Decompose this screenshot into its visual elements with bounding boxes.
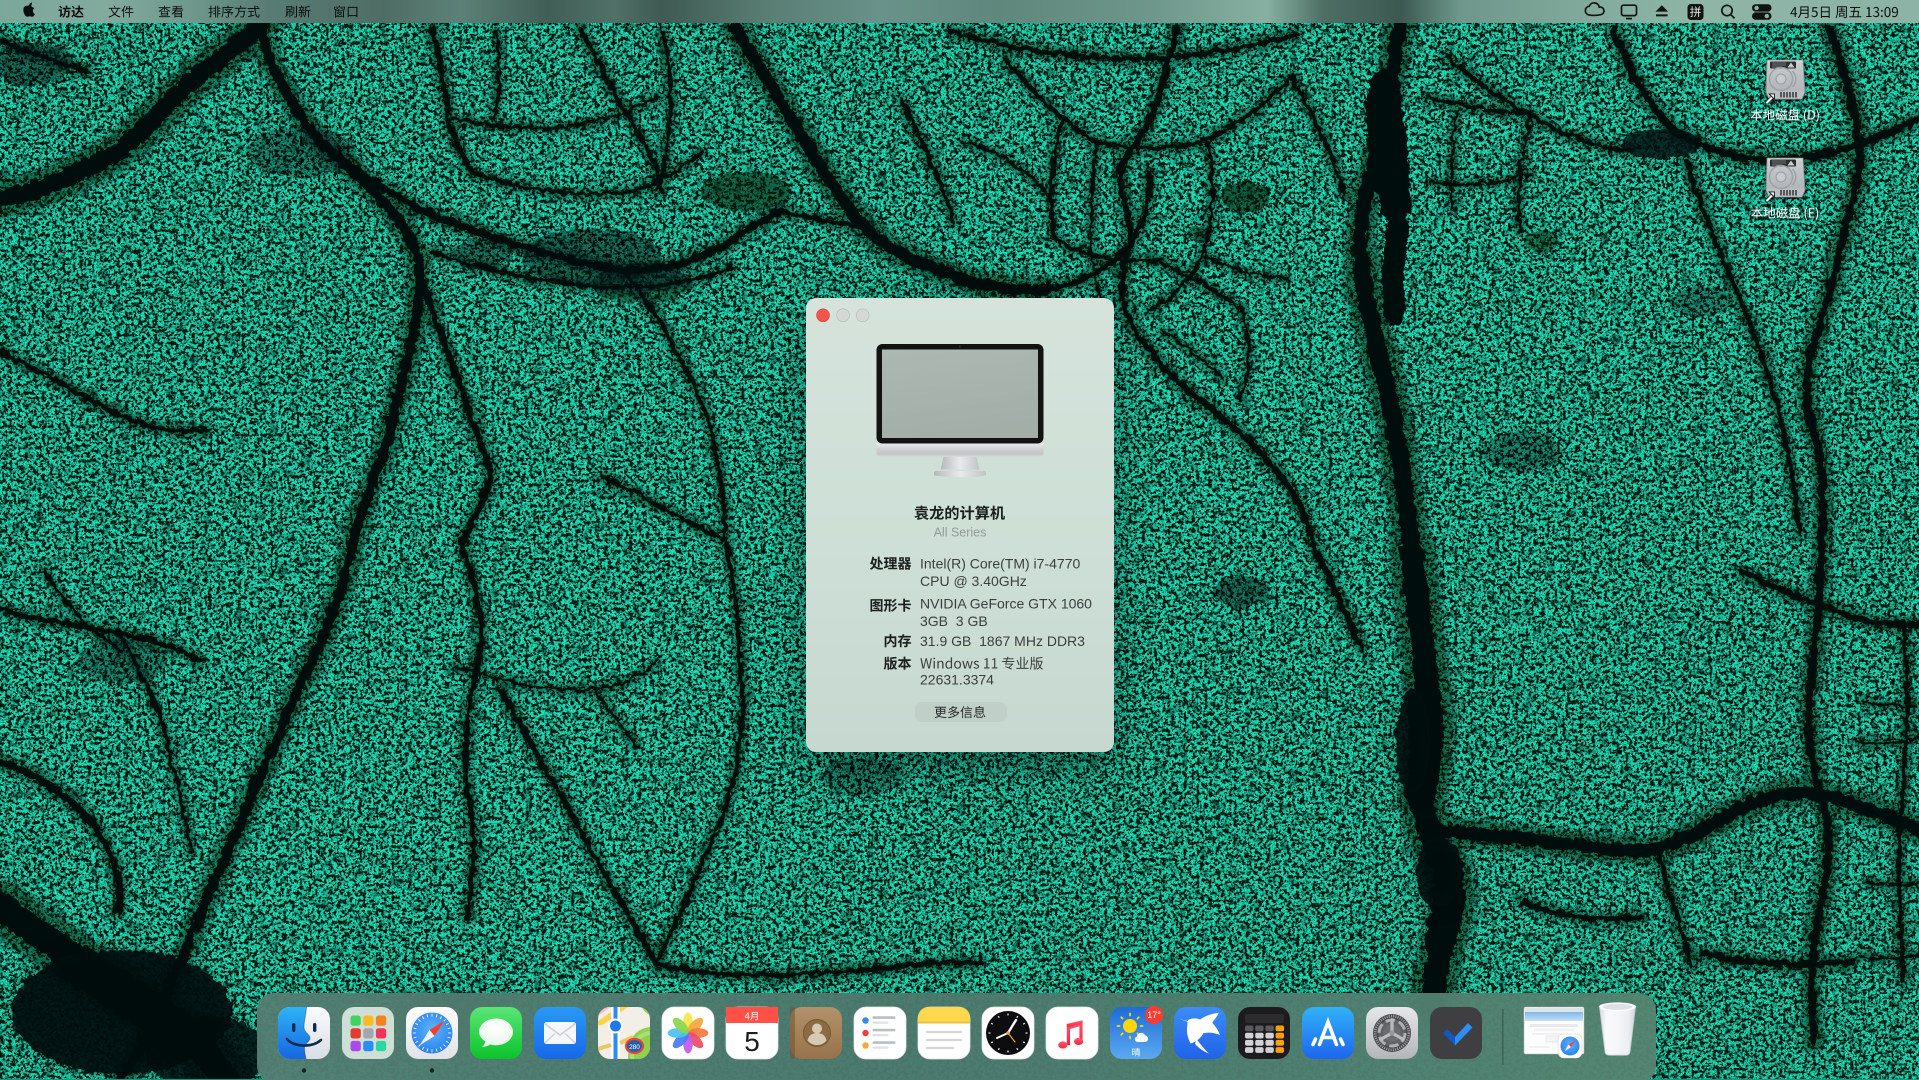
svg-text:3GB 3 GB: 3GB 3 GB [920, 613, 988, 629]
svg-text:NVIDIA GeForce GTX 1060: NVIDIA GeForce GTX 1060 [920, 596, 1092, 612]
svg-text:280: 280 [629, 1044, 640, 1051]
svg-text:Intel(R) Core(TM) i7-4770: Intel(R) Core(TM) i7-4770 [920, 556, 1080, 572]
svg-text:All Series: All Series [934, 526, 987, 540]
svg-text:CPU @ 3.40GHz: CPU @ 3.40GHz [920, 573, 1027, 589]
svg-text:17°: 17° [1147, 1010, 1161, 1020]
svg-text:5: 5 [744, 1026, 760, 1057]
svg-text:31.9 GB 1867 MHz DDR3: 31.9 GB 1867 MHz DDR3 [920, 633, 1085, 649]
svg-text:22631.3374: 22631.3374 [920, 672, 994, 688]
